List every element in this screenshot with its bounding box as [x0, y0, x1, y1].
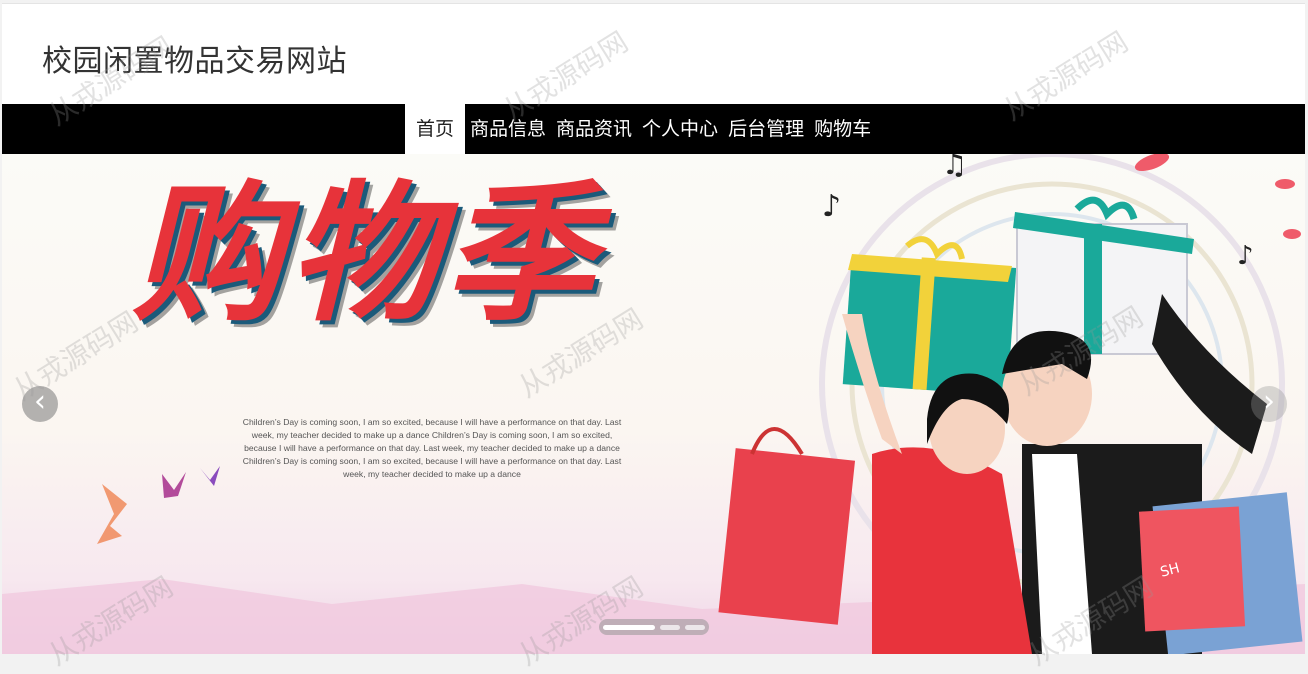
carousel-indicator-3[interactable] — [685, 624, 705, 630]
carousel-indicators — [599, 619, 709, 635]
main-navbar: 首页 商品信息 商品资讯 个人中心 后台管理 购物车 — [2, 104, 1305, 154]
banner-body-text: Children’s Day is coming soon, I am so e… — [242, 417, 622, 479]
carousel-indicator-2[interactable] — [660, 624, 680, 630]
nav-item-cart[interactable]: 购物车 — [809, 104, 876, 154]
nav-item-user-center[interactable]: 个人中心 — [637, 104, 723, 154]
carousel-next-button[interactable]: › — [1251, 386, 1287, 422]
chevron-right-icon: › — [1263, 384, 1275, 419]
site-title[interactable]: 校园闲置物品交易网站 — [42, 36, 347, 80]
nav-item-admin[interactable]: 后台管理 — [723, 104, 809, 154]
nav-item-news[interactable]: 商品资讯 — [551, 104, 637, 154]
page-frame: 校园闲置物品交易网站 首页 商品信息 商品资讯 个人中心 后台管理 购物车 ♪ … — [2, 3, 1305, 654]
svg-text:♫: ♫ — [942, 154, 967, 181]
nav-list: 首页 商品信息 商品资讯 个人中心 后台管理 购物车 — [405, 104, 876, 154]
chevron-left-icon: ‹ — [34, 384, 46, 419]
carousel-prev-button[interactable]: ‹ — [22, 386, 58, 422]
banner-carousel[interactable]: ♪ ♫ ♪ SH 购物季 Children’s Day is coming so… — [2, 154, 1305, 654]
svg-text:♪: ♪ — [1237, 241, 1254, 271]
carousel-indicator-1[interactable] — [603, 624, 655, 630]
nav-item-home[interactable]: 首页 — [405, 104, 466, 154]
banner-headline: 购物季 — [132, 166, 601, 342]
nav-item-products[interactable]: 商品信息 — [465, 104, 551, 154]
site-header: 校园闲置物品交易网站 — [2, 4, 1305, 104]
svg-text:♪: ♪ — [822, 189, 841, 224]
